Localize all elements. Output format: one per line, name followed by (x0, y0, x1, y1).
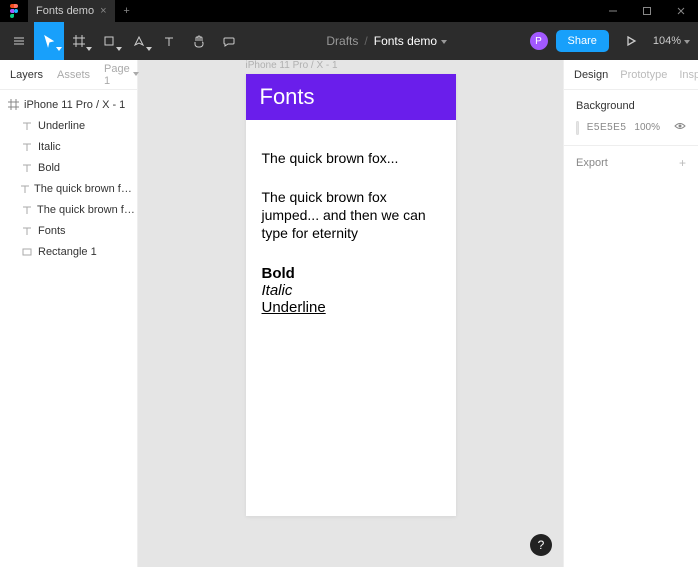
page-label: Page 1 (104, 63, 130, 87)
frame-body: The quick brown fox... The quick brown f… (246, 120, 456, 516)
toolbar: Drafts / Fonts demo P Share 104% (0, 22, 698, 60)
close-window-icon[interactable] (664, 0, 698, 22)
move-tool[interactable] (34, 22, 64, 60)
layer-label: Italic (38, 141, 61, 153)
layer-text[interactable]: Fonts (0, 220, 137, 241)
text-layer-icon (20, 184, 30, 194)
layer-frame[interactable]: iPhone 11 Pro / X - 1 (0, 94, 137, 115)
comment-tool[interactable] (214, 22, 244, 60)
layer-label: Rectangle 1 (38, 246, 97, 258)
tab-prototype[interactable]: Prototype (620, 69, 667, 81)
frame-name-label[interactable]: iPhone 11 Pro / X - 1 (246, 60, 338, 71)
maximize-window-icon[interactable] (630, 0, 664, 22)
canvas[interactable]: iPhone 11 Pro / X - 1 Fonts The quick br… (138, 60, 563, 567)
layer-frame-label: iPhone 11 Pro / X - 1 (24, 99, 125, 111)
file-name-label: Fonts demo (374, 34, 437, 48)
text-tool[interactable] (154, 22, 184, 60)
breadcrumb-root[interactable]: Drafts (326, 34, 358, 48)
right-panel-tabs: Design Prototype Inspect (564, 60, 698, 90)
file-name-dropdown[interactable]: Fonts demo (374, 34, 447, 48)
tab-assets[interactable]: Assets (57, 69, 90, 81)
frame-tool[interactable] (64, 22, 94, 60)
layer-text[interactable]: Underline (0, 115, 137, 136)
text-underline[interactable]: Underline (262, 299, 440, 316)
text-layer-icon (20, 205, 33, 215)
layer-rectangle[interactable]: Rectangle 1 (0, 241, 137, 262)
header-rectangle[interactable]: Fonts (246, 74, 456, 120)
tab-inspect[interactable]: Inspect (679, 69, 698, 81)
header-text: Fonts (260, 84, 315, 109)
help-button[interactable]: ? (530, 534, 552, 556)
layer-list: iPhone 11 Pro / X - 1 Underline Italic B… (0, 90, 137, 266)
layer-label: Bold (38, 162, 60, 174)
background-opacity[interactable]: 100% (634, 122, 660, 133)
file-tab-label: Fonts demo (36, 5, 94, 17)
text-bold[interactable]: Bold (262, 265, 440, 282)
add-export-button[interactable]: + (679, 156, 686, 170)
close-tab-icon[interactable]: × (100, 5, 106, 17)
layer-label: The quick brown fox... (37, 204, 137, 216)
background-swatch[interactable] (576, 121, 579, 135)
right-panel: Design Prototype Inspect Background E5E5… (563, 60, 698, 567)
text-italic[interactable]: Italic (262, 282, 440, 299)
user-avatar[interactable]: P (530, 32, 548, 50)
present-button[interactable] (617, 29, 645, 53)
background-title: Background (576, 100, 686, 112)
frame-icon (6, 99, 20, 110)
layer-text[interactable]: The quick brown fox jumped...... (0, 178, 137, 199)
background-section: Background E5E5E5 100% (564, 90, 698, 146)
background-hex[interactable]: E5E5E5 (587, 122, 627, 133)
titlebar: Fonts demo × + (0, 0, 698, 22)
layer-text[interactable]: Italic (0, 136, 137, 157)
layer-text[interactable]: The quick brown fox... (0, 199, 137, 220)
breadcrumb-separator: / (364, 34, 367, 48)
zoom-dropdown[interactable]: 104% (653, 35, 690, 47)
main-menu-button[interactable] (4, 22, 34, 60)
minimize-window-icon[interactable] (596, 0, 630, 22)
text-layer-icon (20, 142, 34, 152)
rectangle-layer-icon (20, 247, 34, 257)
layer-label: The quick brown fox jumped...... (34, 183, 137, 195)
left-panel: Layers Assets Page 1 iPhone 11 Pro / X -… (0, 60, 138, 567)
text-layer-icon (20, 121, 34, 131)
main-area: Layers Assets Page 1 iPhone 11 Pro / X -… (0, 60, 698, 567)
text-layer-icon (20, 226, 34, 236)
breadcrumb: Drafts / Fonts demo (244, 34, 530, 48)
export-section: Export + (564, 146, 698, 180)
text-sample-2[interactable]: The quick brown fox jumped... and then w… (262, 188, 440, 243)
pen-tool[interactable] (124, 22, 154, 60)
text-layer-icon (20, 163, 34, 173)
zoom-label: 104% (653, 35, 681, 47)
figma-logo-icon[interactable] (0, 0, 28, 22)
tab-layers[interactable]: Layers (10, 69, 43, 81)
tab-design[interactable]: Design (574, 69, 608, 81)
hand-tool[interactable] (184, 22, 214, 60)
layer-label: Fonts (38, 225, 66, 237)
left-panel-tabs: Layers Assets Page 1 (0, 60, 137, 90)
layer-label: Underline (38, 120, 85, 132)
page-selector[interactable]: Page 1 (104, 63, 139, 87)
share-button[interactable]: Share (556, 30, 609, 52)
background-row[interactable]: E5E5E5 100% (576, 120, 686, 135)
layer-text[interactable]: Bold (0, 157, 137, 178)
text-sample-1[interactable]: The quick brown fox... (262, 150, 440, 166)
frame-iphone[interactable]: iPhone 11 Pro / X - 1 Fonts The quick br… (246, 74, 456, 516)
new-tab-button[interactable]: + (116, 0, 138, 22)
file-tab[interactable]: Fonts demo × (28, 0, 116, 22)
export-title: Export (576, 157, 608, 169)
shape-tool[interactable] (94, 22, 124, 60)
visibility-toggle-icon[interactable] (674, 120, 686, 135)
